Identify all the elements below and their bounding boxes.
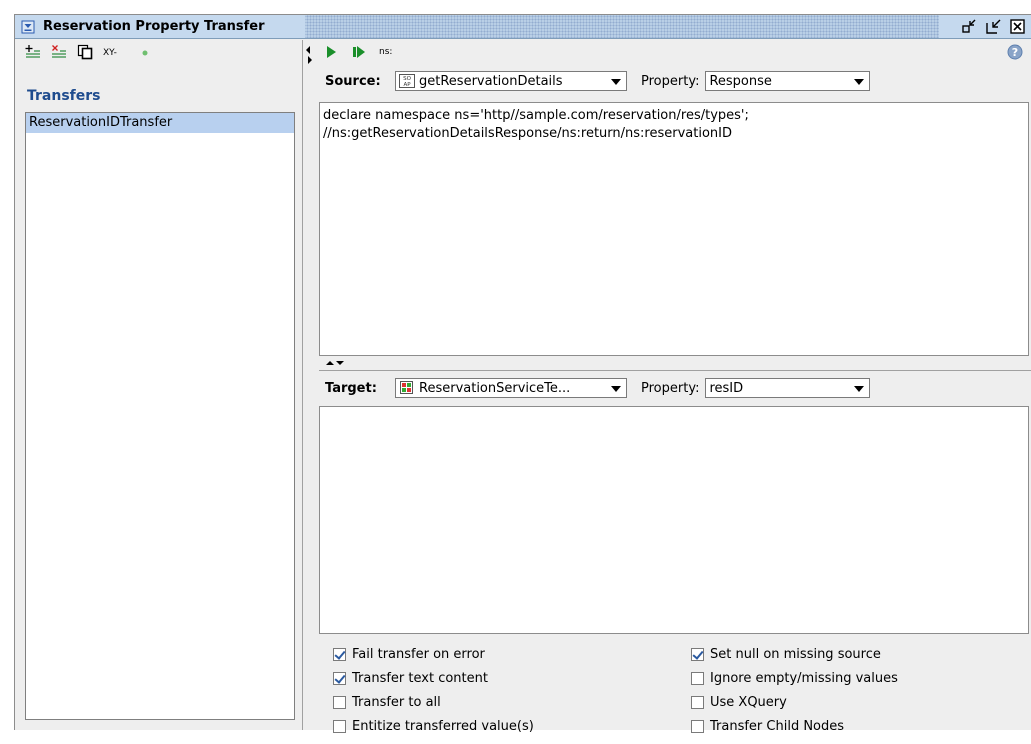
xy-button[interactable]: XY- (103, 48, 117, 58)
collapse-icon[interactable] (21, 20, 35, 34)
target-expression-editor[interactable] (319, 406, 1029, 634)
editor-toolbar: ns: ? (317, 40, 1031, 64)
target-label: Target: (325, 380, 377, 396)
title-bar: Reservation Property Transfer (15, 15, 1031, 39)
transfer-text-option[interactable]: Transfer text content (333, 668, 488, 688)
option-label: Transfer to all (352, 694, 441, 710)
target-property-label: Property: (641, 380, 700, 396)
ignore-empty-option[interactable]: Ignore empty/missing values (691, 668, 898, 688)
source-label: Source: (325, 73, 381, 89)
splitter-arrows-icon[interactable] (325, 358, 345, 370)
option-label: Transfer Child Nodes (710, 718, 845, 734)
source-property-value: Response (709, 73, 772, 89)
run-icon[interactable] (323, 44, 339, 60)
ignore-empty-checkbox[interactable] (691, 671, 704, 685)
source-row: Source: SO AP getReservationDetails Prop… (319, 66, 1031, 96)
status-dot-icon (137, 44, 153, 60)
copy-icon[interactable] (77, 44, 93, 60)
title-area: Reservation Property Transfer (15, 15, 305, 38)
target-step-value: ReservationServiceTe... (419, 380, 571, 396)
transfer-to-all-option[interactable]: Transfer to all (333, 692, 441, 712)
source-expression-editor[interactable]: declare namespace ns='http//sample.com/r… (319, 102, 1029, 356)
entitize-checkbox[interactable] (333, 719, 346, 733)
svg-text:AP: AP (403, 82, 411, 88)
target-property-value: resID (709, 380, 744, 396)
list-item[interactable]: ReservationIDTransfer (26, 113, 294, 133)
add-transfer-icon[interactable] (25, 44, 41, 60)
soap-request-icon: SO AP (399, 74, 415, 88)
chevron-down-icon (854, 386, 865, 392)
chevron-down-icon (854, 79, 865, 85)
chevron-down-icon (611, 79, 621, 85)
transfer-editor-pane: ns: ? Source: SO AP getReservationDetail… (317, 40, 1031, 734)
set-null-option[interactable]: Set null on missing source (691, 644, 881, 664)
window-title: Reservation Property Transfer (43, 19, 265, 34)
target-row: Target: ReservationServiceTe... Property… (319, 373, 1031, 403)
vertical-splitter[interactable] (304, 40, 316, 730)
transfers-toolbar: XY- (15, 40, 302, 64)
run-all-icon[interactable] (351, 44, 367, 60)
transfers-heading: Transfers (27, 88, 101, 104)
target-property-select[interactable]: resID (705, 378, 871, 398)
window-controls (939, 15, 1031, 38)
transfer-options: Fail transfer on error Set null on missi… (319, 644, 1031, 744)
close-icon[interactable] (1009, 18, 1027, 35)
source-property-select[interactable]: Response (705, 71, 871, 91)
transfer-to-all-checkbox[interactable] (333, 695, 346, 709)
source-step-select[interactable]: SO AP getReservationDetails (395, 71, 627, 91)
chevron-down-icon (611, 386, 621, 392)
target-step-select[interactable]: ReservationServiceTe... (395, 378, 627, 398)
transfers-pane: XY- Transfers ReservationIDTransfer (15, 40, 303, 730)
option-label: Ignore empty/missing values (710, 670, 898, 686)
source-step-value: getReservationDetails (419, 73, 563, 89)
svg-text:?: ? (1012, 46, 1018, 59)
transfers-list[interactable]: ReservationIDTransfer (25, 112, 295, 720)
source-property-label: Property: (641, 73, 700, 89)
dock-icon[interactable] (961, 19, 979, 35)
option-label: Use XQuery (710, 694, 787, 710)
source-expression-line: //ns:getReservationDetailsResponse/ns:re… (323, 126, 732, 141)
option-label: Fail transfer on error (352, 646, 485, 662)
ns-button[interactable]: ns: (379, 47, 392, 57)
horizontal-splitter[interactable] (319, 357, 1031, 371)
use-xquery-checkbox[interactable] (691, 695, 704, 709)
set-null-checkbox[interactable] (691, 647, 704, 661)
fail-on-error-option[interactable]: Fail transfer on error (333, 644, 485, 664)
option-label: Transfer text content (352, 670, 488, 686)
source-expression-line: declare namespace ns='http//sample.com/r… (323, 108, 749, 123)
option-label: Entitize transferred value(s) (352, 718, 534, 734)
entitize-option[interactable]: Entitize transferred value(s) (333, 716, 534, 736)
undock-icon[interactable] (985, 19, 1003, 35)
transfer-text-checkbox[interactable] (333, 671, 346, 685)
testcase-icon (399, 381, 415, 395)
option-label: Set null on missing source (710, 646, 881, 662)
use-xquery-option[interactable]: Use XQuery (691, 692, 787, 712)
transfer-child-nodes-checkbox[interactable] (691, 719, 704, 733)
fail-on-error-checkbox[interactable] (333, 647, 346, 661)
transfer-child-nodes-option[interactable]: Transfer Child Nodes (691, 716, 844, 736)
help-icon[interactable]: ? (1007, 44, 1023, 60)
remove-transfer-icon[interactable] (51, 44, 67, 60)
property-transfer-window: Reservation Property Transfer XY- Transf… (14, 14, 1031, 734)
splitter-arrows-icon[interactable] (304, 44, 316, 84)
